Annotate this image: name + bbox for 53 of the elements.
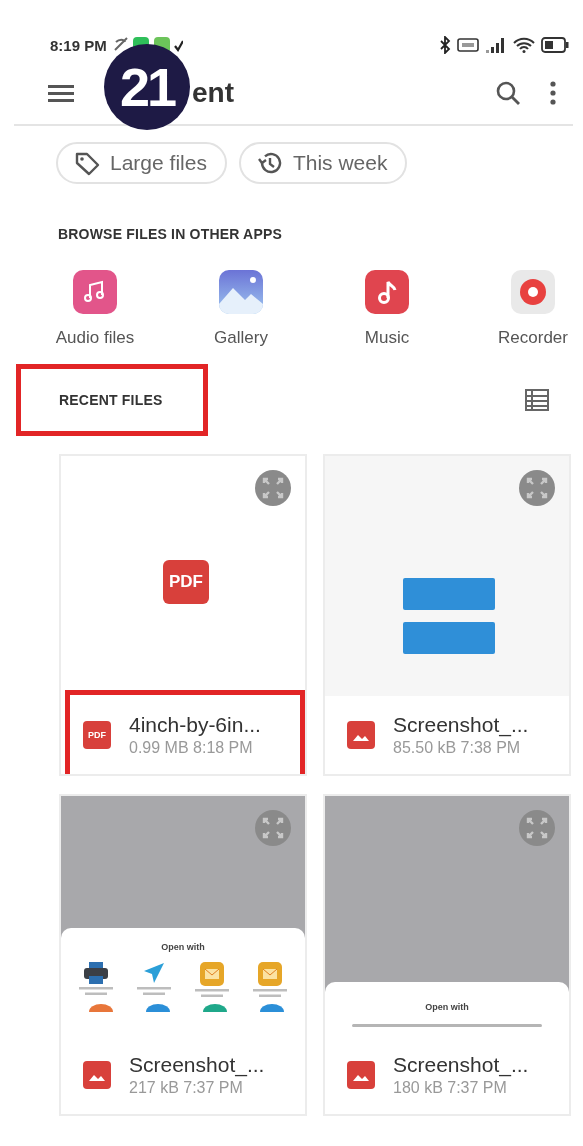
file-details: 85.50 kB 7:38 PM [393,739,522,757]
file-name: Screenshot_... [393,713,529,737]
label-line-drawing [195,989,229,998]
expand-icon[interactable] [255,470,291,506]
file-card[interactable]: PDF PDF 4inch-by-6in... 0.99 MB 8:18 PM [59,454,307,776]
sheet-title: Open with [425,1002,469,1012]
section-heading: BROWSE FILES IN OTHER APPS [57,225,284,242]
bluetooth-icon [439,36,451,54]
expand-icon[interactable] [519,470,555,506]
app-shortcut[interactable]: Audio files [22,270,168,348]
vpn-icon [457,38,479,52]
envelope-icon [200,962,224,986]
file-details: 0.99 MB 8:18 PM [129,739,254,757]
music-note-icon [73,270,117,314]
history-icon [256,150,283,176]
page-title: ent [192,77,234,109]
label-line-drawing [137,987,171,996]
record-icon [511,270,555,314]
file-card[interactable]: Open with Screenshot_... 180 kB 7:37 PM [323,794,571,1116]
printer-icon [84,962,108,984]
signal-icon [485,37,507,53]
music-note-icon [365,270,409,314]
image-icon [347,1061,375,1089]
app-shortcut[interactable]: Gallery [168,270,314,348]
file-name: Screenshot_... [129,1053,265,1077]
filter-chip[interactable]: This week [238,142,408,184]
file-details: 180 kB 7:37 PM [393,1079,508,1097]
pdf-icon: PDF [83,721,111,749]
file-card[interactable]: Open with Screenshot_... 217 kB 7:37 PM [59,794,307,1116]
clock: 8:19 PM [50,36,107,54]
landscape-icon [219,270,263,314]
app-shortcut[interactable]: Music [314,270,460,348]
section-heading: RECENT FILES [59,392,163,408]
label-line-drawing [253,989,287,998]
sheet-title: Open with [161,942,205,952]
list-view-icon[interactable] [525,389,549,411]
battery-icon [541,37,569,53]
file-details: 217 kB 7:37 PM [129,1079,244,1097]
tag-icon [74,150,100,176]
app-shortcut[interactable]: Recorder [460,270,583,348]
envelope-icon [258,962,282,986]
paper-plane-icon [143,962,165,984]
menu-icon[interactable] [48,83,74,103]
file-card[interactable]: Screenshot_... 85.50 kB 7:38 PM [323,454,571,776]
file-name: 4inch-by-6in... [129,713,261,737]
image-icon [83,1061,111,1089]
pdf-icon: PDF [163,560,209,604]
label-line-drawing [79,987,113,996]
search-icon[interactable] [495,80,521,106]
wifi-icon [513,37,535,53]
filter-chip[interactable]: Large files [56,142,227,184]
file-name: Screenshot_... [393,1053,529,1077]
image-icon [347,721,375,749]
